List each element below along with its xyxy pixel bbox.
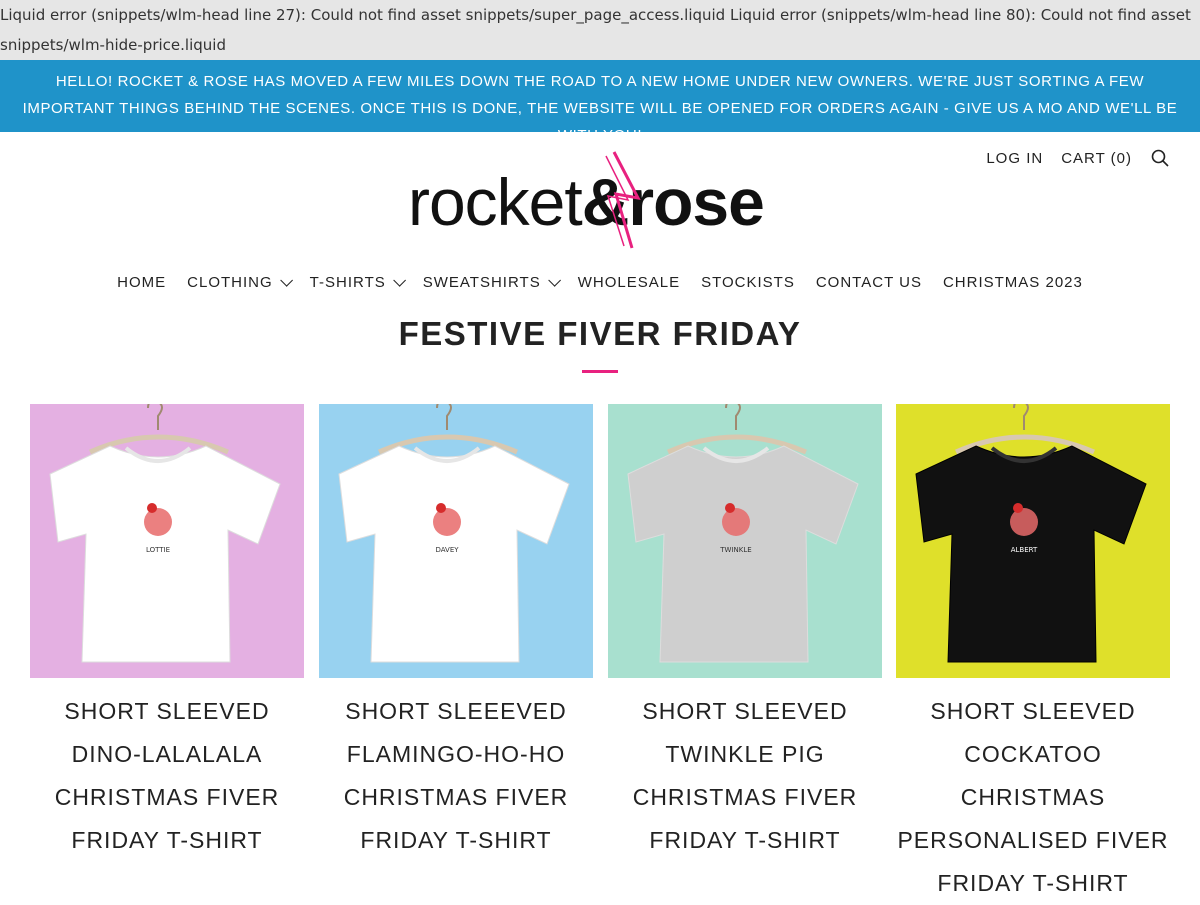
nav-item-label: Sweatshirts (422, 273, 541, 291)
logo-wordmark: rocket&rose (408, 162, 765, 242)
product-card[interactable]: LOTTIE Short Sleeved Dino-Lalalala Chris… (30, 404, 304, 862)
nav-item-label: Contact Us (815, 273, 922, 291)
chevron-down-icon (547, 273, 561, 287)
t-shirt-photo: ALBERT (896, 404, 1170, 678)
t-shirt-photo: LOTTIE (30, 404, 304, 678)
announcement-bar: Hello! Rocket & Rose has moved a few mil… (0, 60, 1200, 144)
main-navigation: Home Clothing T-Shirts Sweatshirts Whole… (0, 268, 1200, 296)
product-card[interactable]: TWINKLE Short Sleeved Twinkle Pig Christ… (608, 404, 882, 862)
nav-item-label: T-Shirts (309, 273, 386, 291)
nav-item-wholesale[interactable]: Wholesale (578, 274, 680, 291)
nav-item-label: Home (117, 273, 167, 291)
t-shirt-photo: TWINKLE (608, 404, 882, 678)
title-divider (582, 370, 618, 373)
header-utility-links: Log in Cart (0) (986, 146, 1170, 170)
nav-item-clothing[interactable]: Clothing (187, 273, 293, 291)
print-name-label: TWINKLE (719, 546, 751, 554)
lightning-bolt-icon (605, 151, 641, 249)
chevron-down-icon (393, 273, 406, 287)
nav-item-label: Clothing (187, 273, 273, 291)
logo-part-rocket: rocket (408, 165, 583, 239)
nav-item-home[interactable]: Home (117, 274, 166, 291)
nav-item-t-shirts[interactable]: T-Shirts (309, 273, 406, 291)
product-image[interactable]: LOTTIE (30, 404, 304, 678)
product-image[interactable]: ALBERT (896, 404, 1170, 678)
product-card[interactable]: ALBERT Short Sleeved Cockatoo Christmas … (896, 404, 1170, 905)
nav-item-label: Wholesale (577, 273, 681, 291)
nav-item-sweatshirts[interactable]: Sweatshirts (422, 273, 561, 291)
nav-item-label: Christmas 2023 (942, 273, 1083, 291)
site-logo[interactable]: rocket&rose (408, 150, 792, 250)
login-link[interactable]: Log in (986, 150, 1043, 167)
page-title: Festive Fiver Friday (398, 315, 802, 352)
product-title[interactable]: Short Sleeved Dino-Lalalala Christmas Fi… (30, 690, 304, 862)
liquid-error-message: Liquid error (snippets/wlm-head line 27)… (0, 0, 1200, 60)
chevron-down-icon (279, 273, 293, 287)
site-header: rocket&rose Log in Cart (0) (0, 132, 1200, 262)
product-card[interactable]: DAVEY Short Sleeeved Flamingo-Ho-Ho Chri… (319, 404, 593, 862)
product-title[interactable]: Short Sleeved Twinkle Pig Christmas Five… (608, 690, 882, 862)
nav-item-stockists[interactable]: Stockists (701, 274, 795, 291)
search-icon[interactable] (1150, 148, 1170, 168)
print-name-label: DAVEY (435, 546, 459, 554)
print-name-label: ALBERT (1011, 546, 1038, 554)
t-shirt-photo: DAVEY (319, 404, 593, 678)
product-title[interactable]: Short Sleeeved Flamingo-Ho-Ho Christmas … (319, 690, 593, 862)
nav-item-christmas-2023[interactable]: Christmas 2023 (943, 274, 1083, 291)
print-name-label: LOTTIE (146, 546, 170, 554)
product-grid: LOTTIE Short Sleeved Dino-Lalalala Chris… (30, 404, 1170, 896)
product-image[interactable]: DAVEY (319, 404, 593, 678)
nav-item-contact-us[interactable]: Contact Us (816, 274, 922, 291)
nav-item-label: Stockists (701, 273, 795, 291)
product-image[interactable]: TWINKLE (608, 404, 882, 678)
cart-link[interactable]: Cart (0) (1061, 150, 1132, 167)
product-title[interactable]: Short Sleeved Cockatoo Christmas Persona… (896, 690, 1170, 905)
